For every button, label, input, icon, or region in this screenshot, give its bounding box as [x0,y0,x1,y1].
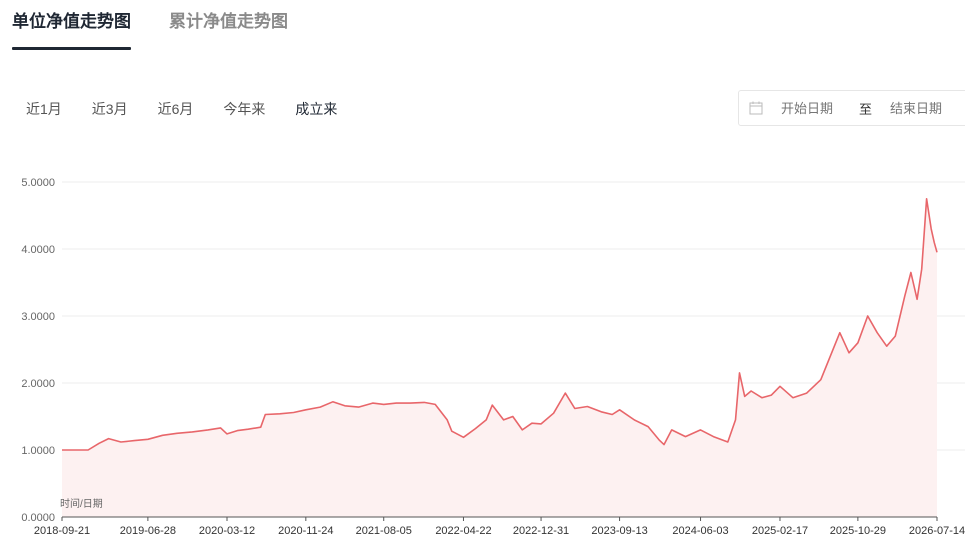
x-tick-label: 2021-08-05 [356,525,412,537]
x-axis-label: 时间/日期 [60,497,103,510]
y-tick-label: 1.0000 [21,445,55,457]
x-tick-label: 2023-09-13 [591,525,647,537]
x-tick-label: 2022-12-31 [513,525,569,537]
y-tick-label: 4.0000 [21,244,55,256]
x-tick-label: 2020-03-12 [199,525,255,537]
x-tick-label: 2026-07-14 [909,525,965,537]
y-tick-label: 0.0000 [21,512,55,524]
calendar-icon [749,101,763,115]
date-range-picker[interactable]: 至 [738,90,965,126]
range-6-months[interactable]: 近6月 [158,98,194,120]
end-date-input[interactable] [890,100,961,116]
x-tick-label: 2025-10-29 [830,525,886,537]
tab-unit-nav[interactable]: 单位净值走势图 [12,0,131,50]
x-tick-label: 2025-02-17 [752,525,808,537]
range-year-to-date[interactable]: 今年来 [223,98,265,120]
x-tick-label: 2024-06-03 [672,525,728,537]
y-tick-label: 5.0000 [21,177,55,189]
start-date-input[interactable] [781,100,851,116]
x-tick-label: 2018-09-21 [34,525,90,537]
x-tick-label: 2022-04-22 [435,525,491,537]
x-tick-label: 2020-11-24 [278,525,333,537]
range-selector: 近1月 近3月 近6月 今年来 成立来 [26,98,367,120]
y-axis: 0.0000 1.0000 2.0000 3.0000 4.0000 5.0000 [21,177,55,524]
series-area [62,198,937,518]
range-since-inception[interactable]: 成立来 [295,98,337,120]
x-axis: 2018-09-21 2019-06-28 2020-03-12 2020-11-24… [34,516,965,537]
range-3-months[interactable]: 近3月 [92,98,128,120]
date-separator: 至 [859,101,873,117]
range-1-month[interactable]: 近1月 [26,98,62,120]
y-tick-label: 3.0000 [21,311,55,323]
nav-chart: 0.0000 1.0000 2.0000 3.0000 4.0000 5.0000 201… [21,177,965,537]
nav-tabs: 单位净值走势图 累计净值走势图 [12,0,288,50]
tab-cumulative-nav[interactable]: 累计净值走势图 [169,0,288,48]
y-tick-label: 2.0000 [21,378,55,390]
x-tick-label: 2019-06-28 [120,525,176,537]
